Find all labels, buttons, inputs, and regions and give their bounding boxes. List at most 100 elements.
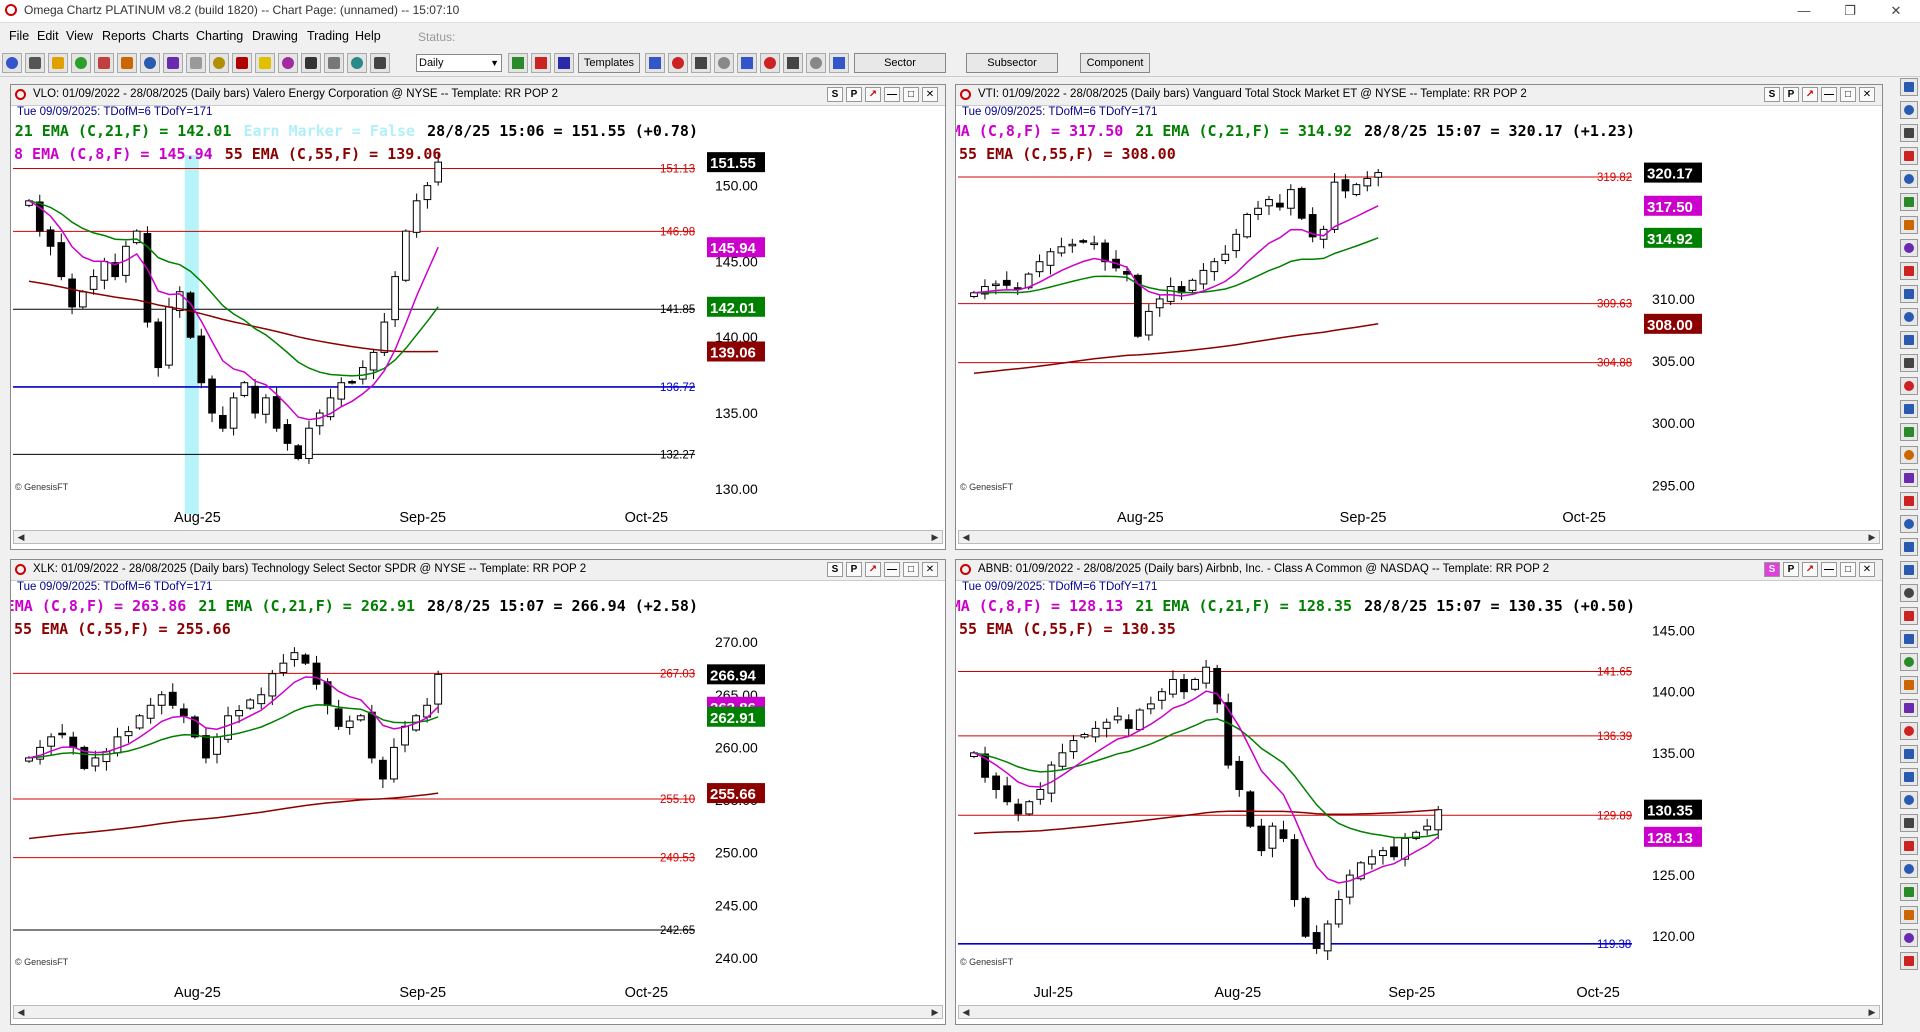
tool-dollar-icon[interactable] [1900, 492, 1918, 510]
scroll-left-icon[interactable]: ◀ [959, 531, 973, 543]
bar-chart-icon[interactable] [531, 53, 551, 73]
minimize-button[interactable]: — [1781, 0, 1827, 22]
subsector-button[interactable]: Subsector [966, 53, 1058, 73]
chart-panel-abnb[interactable]: ABNB: 01/09/2022 - 28/08/2025 (Daily bar… [955, 559, 1883, 1025]
scroll-right-icon[interactable]: ▶ [1865, 531, 1879, 543]
tool-arrow-down-icon[interactable] [1900, 331, 1918, 349]
tool-gann-icon[interactable] [1900, 400, 1918, 418]
scroll-left-icon[interactable]: ◀ [14, 1006, 28, 1018]
cursor-icon[interactable] [668, 53, 688, 73]
split-icon[interactable] [760, 53, 780, 73]
open-chart-icon[interactable] [2, 53, 22, 73]
tool-horizontal-line-icon[interactable] [1900, 354, 1918, 372]
grid-icon[interactable] [806, 53, 826, 73]
indicator-icon[interactable] [278, 53, 298, 73]
scanner-icon[interactable] [71, 53, 91, 73]
tool-circle-icon[interactable] [1900, 446, 1918, 464]
ruler-icon[interactable] [209, 53, 229, 73]
tool-bell-icon[interactable] [1900, 653, 1918, 671]
tool-text-icon[interactable] [1900, 285, 1918, 303]
tool-percent-icon[interactable] [1900, 515, 1918, 533]
menu-trading[interactable]: Trading [307, 29, 349, 43]
crosshair-icon[interactable] [645, 53, 665, 73]
horizontal-scrollbar[interactable]: ◀ ▶ [13, 1005, 943, 1019]
tool-label-icon[interactable] [1900, 538, 1918, 556]
scroll-icon[interactable] [737, 53, 757, 73]
menu-view[interactable]: View [66, 29, 93, 43]
tool-delete-icon[interactable] [1900, 837, 1918, 855]
restore-button[interactable]: ❐ [1827, 0, 1873, 22]
tool-copy-icon[interactable] [1900, 791, 1918, 809]
tool-settings-icon[interactable] [1900, 929, 1918, 947]
menu-file[interactable]: File [9, 29, 29, 43]
scroll-left-icon[interactable]: ◀ [959, 1006, 973, 1018]
close-button[interactable]: ✕ [1873, 0, 1919, 22]
arrow-icon[interactable] [829, 53, 849, 73]
zoom-in-icon[interactable] [691, 53, 711, 73]
menu-charts[interactable]: Charts [152, 29, 189, 43]
tool-measure-icon[interactable] [1900, 584, 1918, 602]
tool-redo-icon[interactable] [1900, 883, 1918, 901]
chart-panel-xlk[interactable]: XLK: 01/09/2022 - 28/08/2025 (Daily bars… [10, 559, 946, 1025]
tool-layer-icon[interactable] [1900, 768, 1918, 786]
bars-icon[interactable] [508, 53, 528, 73]
chart-panel-vlo[interactable]: VLO: 01/09/2022 - 28/08/2025 (Daily bars… [10, 84, 946, 550]
tool-fibonacci-icon[interactable] [1900, 216, 1918, 234]
scroll-right-icon[interactable]: ▶ [928, 531, 942, 543]
link-icon[interactable] [783, 53, 803, 73]
tool-undo-icon[interactable] [1900, 860, 1918, 878]
tool-channel-icon[interactable] [1900, 193, 1918, 211]
tool-paste-icon[interactable] [1900, 814, 1918, 832]
menu-reports[interactable]: Reports [102, 29, 146, 43]
tool-rectangle-icon[interactable] [1900, 239, 1918, 257]
tool-ellipse-icon[interactable] [1900, 262, 1918, 280]
candlestick-icon[interactable] [25, 53, 45, 73]
tool-hand-icon[interactable] [1900, 124, 1918, 142]
tool-arrow-up-icon[interactable] [1900, 308, 1918, 326]
tool-magnify-icon[interactable] [1900, 147, 1918, 165]
tool-alert-icon[interactable] [1900, 561, 1918, 579]
interval-select[interactable]: Daily ▼ [416, 54, 502, 72]
line-chart-icon[interactable] [554, 53, 574, 73]
power-icon[interactable] [301, 53, 321, 73]
tool-star-icon[interactable] [1900, 699, 1918, 717]
tool-lock-icon[interactable] [1900, 722, 1918, 740]
template-icon[interactable] [186, 53, 206, 73]
tool-eraser-icon[interactable] [1900, 630, 1918, 648]
horizontal-scrollbar[interactable]: ◀ ▶ [958, 1005, 1880, 1019]
templates-button[interactable]: Templates [578, 53, 640, 73]
tool-flag-icon[interactable] [1900, 676, 1918, 694]
horizontal-scrollbar[interactable]: ◀ ▶ [958, 530, 1880, 544]
tool-move-icon[interactable] [1900, 78, 1918, 96]
highlight-icon[interactable] [255, 53, 275, 73]
tool-zoom-icon[interactable] [1900, 101, 1918, 119]
component-button[interactable]: Component [1080, 53, 1150, 73]
tool-trendline-icon[interactable] [1900, 170, 1918, 188]
tool-save-icon[interactable] [1900, 906, 1918, 924]
print-icon[interactable] [324, 53, 344, 73]
scroll-right-icon[interactable]: ▶ [1865, 1006, 1879, 1018]
scroll-right-icon[interactable]: ▶ [928, 1006, 942, 1018]
menu-edit[interactable]: Edit [37, 29, 59, 43]
settings-icon[interactable] [370, 53, 390, 73]
scroll-left-icon[interactable]: ◀ [14, 531, 28, 543]
menu-charting[interactable]: Charting [196, 29, 243, 43]
tool-pencil-icon[interactable] [1900, 607, 1918, 625]
tool-cycle-icon[interactable] [1900, 469, 1918, 487]
tool-pitchfork-icon[interactable] [1900, 423, 1918, 441]
zoom-out-icon[interactable] [714, 53, 734, 73]
refresh-icon[interactable] [347, 53, 367, 73]
sector-button[interactable]: Sector [854, 53, 946, 73]
pen-icon[interactable] [232, 53, 252, 73]
horizontal-scrollbar[interactable]: ◀ ▶ [13, 530, 943, 544]
chart-panel-vti[interactable]: VTI: 01/09/2022 - 28/08/2025 (Daily bars… [955, 84, 1883, 550]
tool-help-icon[interactable] [1900, 952, 1918, 970]
table-icon[interactable] [140, 53, 160, 73]
menu-help[interactable]: Help [355, 29, 381, 43]
portfolio-icon[interactable] [94, 53, 114, 73]
tool-vertical-line-icon[interactable] [1900, 377, 1918, 395]
report-icon[interactable] [163, 53, 183, 73]
menu-drawing[interactable]: Drawing [252, 29, 298, 43]
draw-tools-icon[interactable] [48, 53, 68, 73]
tool-eye-icon[interactable] [1900, 745, 1918, 763]
